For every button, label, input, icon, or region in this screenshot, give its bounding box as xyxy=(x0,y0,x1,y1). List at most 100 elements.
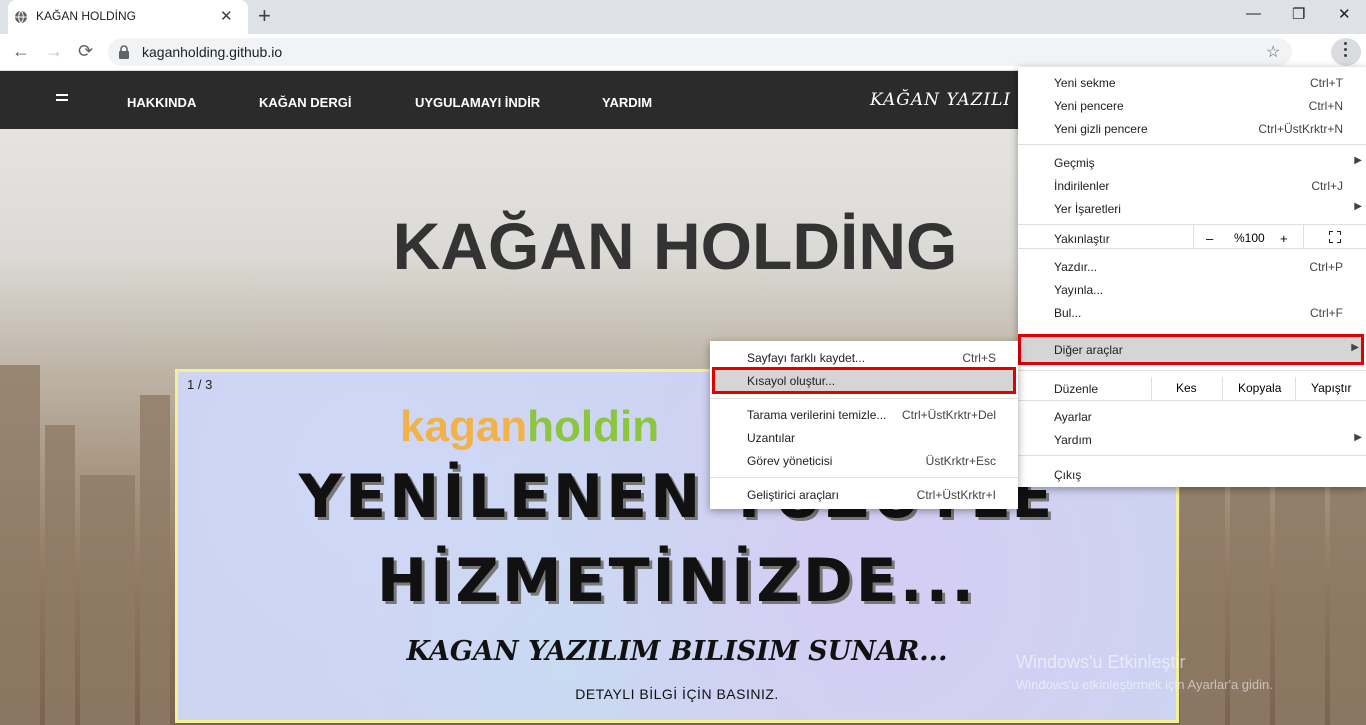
minimize-button[interactable]: — xyxy=(1246,5,1261,22)
hamburger-menu-icon[interactable] xyxy=(56,94,68,104)
menu-label: Geçmiş xyxy=(1054,156,1095,170)
activation-watermark-title: Windows'u Etkinleştir xyxy=(1016,652,1186,672)
menu-separator xyxy=(1018,370,1366,371)
submenu-arrow-icon: ▶ xyxy=(1351,342,1359,353)
menu-item-downloads[interactable]: İndirilenler Ctrl+J xyxy=(1018,174,1366,197)
slide-logo: kaganholdin xyxy=(400,402,659,452)
menu-label: Görev yöneticisi xyxy=(747,454,833,468)
submenu-item-create-shortcut[interactable]: Kısayol oluştur... xyxy=(712,367,1016,394)
menu-label: Kısayol oluştur... xyxy=(747,374,836,388)
menu-shortcut: Ctrl+N xyxy=(1308,99,1343,113)
divider xyxy=(1151,377,1152,400)
reload-button[interactable]: ⟳ xyxy=(78,41,93,62)
menu-separator xyxy=(1018,455,1366,456)
bookmark-star-icon[interactable]: ☆ xyxy=(1266,42,1280,62)
forward-button[interactable]: → xyxy=(45,41,63,62)
menu-shortcut: Ctrl+F xyxy=(1310,306,1343,320)
menu-separator xyxy=(1018,248,1366,249)
menu-separator xyxy=(710,477,1018,478)
slide-counter: 1 / 3 xyxy=(187,377,213,392)
submenu-item-dev-tools[interactable]: Geliştirici araçları Ctrl+ÜstKrktr+I xyxy=(710,484,1018,506)
copy-button[interactable]: Kopyala xyxy=(1238,381,1281,395)
menu-item-incognito[interactable]: Yeni gizli pencere Ctrl+ÜstKrktr+N xyxy=(1018,117,1366,140)
submenu-item-save-page[interactable]: Sayfayı farklı kaydet... Ctrl+S xyxy=(710,347,1018,369)
tab-title: KAĞAN HOLDİNG xyxy=(36,9,137,23)
menu-separator xyxy=(710,398,1018,399)
submenu-arrow-icon: ▶ xyxy=(1354,155,1362,166)
menu-separator xyxy=(1018,144,1366,145)
globe-icon xyxy=(15,10,27,24)
submenu-item-task-manager[interactable]: Görev yöneticisi ÜstKrktr+Esc xyxy=(710,450,1018,472)
menu-label: Çıkış xyxy=(1054,468,1082,482)
site-brand[interactable]: KAĞAN YAZILI xyxy=(870,90,1011,110)
tab-close-icon[interactable]: ✕ xyxy=(220,7,233,25)
kebab-menu-icon[interactable] xyxy=(1344,42,1348,60)
divider xyxy=(1295,377,1296,400)
menu-label: Yeni gizli pencere xyxy=(1054,122,1148,136)
menu-item-new-tab[interactable]: Yeni sekme Ctrl+T xyxy=(1018,71,1366,94)
menu-label: Yer İşaretleri xyxy=(1054,202,1121,216)
menu-label: Yayınla... xyxy=(1054,283,1104,297)
menu-label: Geliştirici araçları xyxy=(747,488,840,502)
menu-label: Bul... xyxy=(1054,306,1082,320)
fullscreen-icon[interactable] xyxy=(1329,231,1341,243)
menu-label: Ayarlar xyxy=(1054,410,1092,424)
back-button[interactable]: ← xyxy=(12,41,30,62)
menu-separator xyxy=(1018,224,1366,225)
menu-item-zoom: Yakınlaştır xyxy=(1018,227,1366,250)
logo-part-kagan: kagan xyxy=(400,402,528,451)
menu-label: Diğer araçlar xyxy=(1054,343,1123,357)
menu-shortcut: Ctrl+ÜstKrktr+I xyxy=(916,488,996,502)
menu-label: Yardım xyxy=(1054,433,1092,447)
zoom-in-button[interactable]: + xyxy=(1280,231,1288,246)
menu-shortcut: Ctrl+ÜstKrktr+Del xyxy=(901,408,996,422)
menu-shortcut: Ctrl+ÜstKrktr+N xyxy=(1258,122,1343,136)
new-tab-button[interactable]: + xyxy=(258,3,271,29)
menu-item-more-tools[interactable]: Diğer araçlar ▶ xyxy=(1018,334,1364,365)
lock-icon[interactable] xyxy=(118,45,130,59)
menu-shortcut: Ctrl+J xyxy=(1311,179,1343,193)
menu-shortcut: Ctrl+T xyxy=(1310,76,1343,90)
menu-item-print[interactable]: Yazdır... Ctrl+P xyxy=(1018,255,1366,278)
chrome-main-menu: Yeni sekme Ctrl+T Yeni pencere Ctrl+N Yeni… xyxy=(1018,67,1366,487)
menu-item-cast[interactable]: Yayınla... xyxy=(1018,278,1366,301)
zoom-level: %100 xyxy=(1234,231,1265,245)
url-text[interactable]: kaganholding.github.io xyxy=(142,44,282,60)
menu-shortcut: Ctrl+P xyxy=(1309,260,1343,274)
address-bar[interactable] xyxy=(108,38,1292,66)
menu-item-exit[interactable]: Çıkış xyxy=(1018,463,1366,486)
maximize-button[interactable]: ❐ xyxy=(1292,5,1305,23)
nav-link-hakkinda[interactable]: HAKKINDA xyxy=(127,95,196,110)
menu-item-history[interactable]: Geçmiş ▶ xyxy=(1018,151,1366,174)
menu-item-help[interactable]: Yardım ▶ xyxy=(1018,428,1366,451)
menu-item-new-window[interactable]: Yeni pencere Ctrl+N xyxy=(1018,94,1366,117)
nav-link-help[interactable]: YARDIM xyxy=(602,95,652,110)
menu-label: Yeni sekme xyxy=(1054,76,1116,90)
menu-label: Yakınlaştır xyxy=(1054,232,1110,246)
divider xyxy=(1193,225,1194,248)
menu-separator xyxy=(1018,400,1366,401)
menu-item-settings[interactable]: Ayarlar xyxy=(1018,405,1366,428)
submenu-arrow-icon: ▶ xyxy=(1354,432,1362,443)
paste-button[interactable]: Yapıştır xyxy=(1311,381,1351,395)
menu-item-find[interactable]: Bul... Ctrl+F xyxy=(1018,301,1366,324)
menu-label: Yeni pencere xyxy=(1054,99,1124,113)
menu-label: Tarama verilerini temizle... xyxy=(747,408,887,422)
menu-shortcut: ÜstKrktr+Esc xyxy=(925,454,996,468)
nav-link-dergi[interactable]: KAĞAN DERGİ xyxy=(259,95,351,110)
cut-button[interactable]: Kes xyxy=(1176,381,1197,395)
menu-label: İndirilenler xyxy=(1054,179,1110,193)
nav-link-download[interactable]: UYGULAMAYI İNDİR xyxy=(415,95,540,110)
zoom-out-button[interactable]: – xyxy=(1206,231,1213,246)
divider xyxy=(1303,225,1304,248)
submenu-item-extensions[interactable]: Uzantılar xyxy=(710,427,1018,449)
submenu-arrow-icon: ▶ xyxy=(1354,201,1362,212)
menu-item-bookmarks[interactable]: Yer İşaretleri ▶ xyxy=(1018,197,1366,220)
close-window-button[interactable]: ✕ xyxy=(1338,5,1351,23)
logo-part-holding: holdin xyxy=(527,402,660,451)
menu-label: Sayfayı farklı kaydet... xyxy=(747,351,866,365)
submenu-item-clear-data[interactable]: Tarama verilerini temizle... Ctrl+ÜstKrkt… xyxy=(710,404,1018,426)
menu-label: Düzenle xyxy=(1054,382,1099,396)
menu-shortcut: Ctrl+S xyxy=(962,351,996,365)
activation-watermark-subtitle: Windows'u etkinleştirmek için Ayarlar'a … xyxy=(1016,677,1273,692)
